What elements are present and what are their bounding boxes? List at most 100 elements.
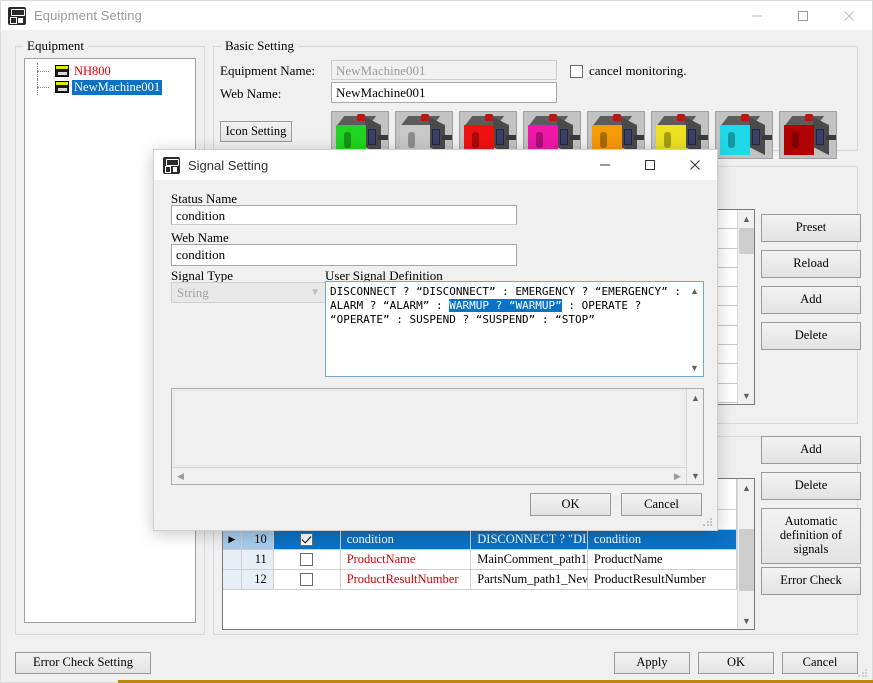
web-name-label: Web Name: xyxy=(220,86,282,101)
dialog-title: Signal Setting xyxy=(188,157,269,173)
row-signal-name: ProductName xyxy=(341,550,472,569)
scroll-up-icon[interactable]: ▲ xyxy=(738,479,754,496)
row-number: 10 xyxy=(241,530,274,549)
checkbox-icon xyxy=(300,573,314,586)
scroll-up-icon[interactable]: ▲ xyxy=(686,282,703,299)
status-name-input[interactable]: condition xyxy=(171,205,517,225)
cancel-monitoring-label: cancel monitoring. xyxy=(589,63,687,78)
machine-icon xyxy=(55,81,69,93)
dialog-web-name-input[interactable]: condition xyxy=(171,244,517,266)
signal-type-select[interactable]: String ▼ xyxy=(171,282,326,303)
table-row[interactable]: 12 ProductResultNumber PartsNum_path1_Ne… xyxy=(223,570,738,590)
checkbox-icon xyxy=(570,64,583,78)
basic-setting-group-label: Basic Setting xyxy=(221,39,298,53)
row-marker xyxy=(223,550,242,569)
row-number: 12 xyxy=(241,570,274,589)
row-web-name: ProductName xyxy=(588,550,738,569)
dialog-app-icon xyxy=(163,156,180,174)
signal-delete-button[interactable]: Delete xyxy=(761,322,861,350)
signal-setting-dialog: Signal Setting Status Name condition Web… xyxy=(153,149,718,531)
machine-color-swatch-cyan[interactable] xyxy=(715,111,773,159)
row-expression: PartsNum_path1_New xyxy=(471,570,588,589)
bottom-button-bar: Apply OK Cancel xyxy=(614,652,858,674)
dialog-ok-button[interactable]: OK xyxy=(530,493,611,516)
icon-setting-button[interactable]: Icon Setting xyxy=(220,121,292,142)
maximize-icon[interactable] xyxy=(780,1,826,30)
tree-connector-icon xyxy=(37,79,55,95)
main-titlebar: Equipment Setting xyxy=(1,1,872,30)
signal-add-button[interactable]: Add xyxy=(761,286,861,314)
scrollbar-thumb[interactable] xyxy=(739,529,754,591)
cancel-button[interactable]: Cancel xyxy=(782,652,858,674)
equipment-group-label: Equipment xyxy=(23,39,89,53)
error-check-button[interactable]: Error Check xyxy=(761,567,861,595)
row-expression: DISCONNECT ? "DIS... xyxy=(471,530,588,549)
row-marker: ▶ xyxy=(223,530,242,549)
close-icon[interactable] xyxy=(826,1,872,30)
table-row[interactable]: 11 ProductName MainComment_path1_... Pro… xyxy=(223,550,738,570)
minimize-icon[interactable] xyxy=(734,1,780,30)
usd-selected: WARMUP ? “WARMUP” xyxy=(449,299,562,312)
output-hscrollbar[interactable]: ◀ ▶ xyxy=(172,467,686,484)
usd-scrollbar[interactable]: ▲ ▼ xyxy=(686,282,703,376)
machine-icon xyxy=(55,65,69,77)
error-check-setting-button[interactable]: Error Check Setting xyxy=(15,652,151,674)
tree-item-label: NewMachine001 xyxy=(72,79,163,95)
resize-grip[interactable] xyxy=(857,667,869,679)
scrollbar-thumb[interactable] xyxy=(739,228,754,254)
user-signal-definition-textarea[interactable]: DISCONNECT ? “DISCONNECT” : EMERGENCY ? … xyxy=(325,281,704,377)
output-vscrollbar[interactable]: ▲ ▼ xyxy=(686,389,703,484)
dialog-maximize-icon[interactable] xyxy=(627,150,672,180)
table-row[interactable]: ▶ 10 condition DISCONNECT ? "DIS... cond… xyxy=(223,530,738,550)
signal-list-scrollbar[interactable]: ▲ ▼ xyxy=(737,210,754,404)
app-icon xyxy=(8,6,26,25)
cancel-monitoring-checkbox[interactable]: cancel monitoring. xyxy=(570,63,686,79)
preset-button[interactable]: Preset xyxy=(761,214,861,242)
row-web-name: condition xyxy=(588,530,738,549)
output-textarea[interactable]: ▲ ▼ ◀ ▶ xyxy=(171,388,704,485)
row-web-name: ProductResultNumber xyxy=(588,570,738,589)
tree-item-nh800[interactable]: NH800 xyxy=(25,63,195,79)
dialog-resize-grip[interactable] xyxy=(702,516,714,528)
window-controls xyxy=(734,1,872,30)
scroll-down-icon[interactable]: ▼ xyxy=(687,467,704,484)
scroll-down-icon[interactable]: ▼ xyxy=(686,359,703,376)
checkbox-icon xyxy=(300,533,314,546)
output-textarea-value xyxy=(173,390,685,466)
row-expression: MainComment_path1_... xyxy=(471,550,588,569)
scroll-left-icon[interactable]: ◀ xyxy=(172,468,189,484)
scroll-up-icon[interactable]: ▲ xyxy=(687,389,704,406)
tree-connector-icon xyxy=(37,63,55,79)
row-signal-name: ProductResultNumber xyxy=(341,570,472,589)
machine-color-swatch-darkred[interactable] xyxy=(779,111,837,159)
row-checkbox[interactable] xyxy=(274,550,341,569)
dialog-window-controls xyxy=(582,150,717,179)
user-signal-definition-text: DISCONNECT ? “DISCONNECT” : EMERGENCY ? … xyxy=(330,285,685,327)
equipment-name-label: Equipment Name: xyxy=(220,63,315,78)
dialog-close-icon[interactable] xyxy=(672,150,717,180)
automatic-definition-button[interactable]: Automatic definition of signals xyxy=(761,508,861,564)
apply-button[interactable]: Apply xyxy=(614,652,690,674)
checkbox-icon xyxy=(300,553,314,566)
window-title: Equipment Setting xyxy=(34,8,142,23)
row-signal-name: condition xyxy=(341,530,472,549)
signal-type-value: String xyxy=(177,284,209,300)
ok-button[interactable]: OK xyxy=(698,652,774,674)
web-name-input[interactable]: NewMachine001 xyxy=(331,82,557,103)
grid-scrollbar[interactable]: ▲ ▼ xyxy=(737,479,754,629)
scroll-right-icon[interactable]: ▶ xyxy=(669,468,686,484)
definition-add-button[interactable]: Add xyxy=(761,436,861,464)
scroll-up-icon[interactable]: ▲ xyxy=(738,210,754,227)
dialog-titlebar: Signal Setting xyxy=(154,150,717,180)
definition-delete-button[interactable]: Delete xyxy=(761,472,861,500)
tree-item-newmachine001[interactable]: NewMachine001 xyxy=(25,79,195,95)
dialog-cancel-button[interactable]: Cancel xyxy=(621,493,702,516)
row-checkbox[interactable] xyxy=(274,570,341,589)
scroll-down-icon[interactable]: ▼ xyxy=(738,612,754,629)
row-checkbox[interactable] xyxy=(274,530,341,549)
row-marker xyxy=(223,570,242,589)
reload-button[interactable]: Reload xyxy=(761,250,861,278)
scroll-down-icon[interactable]: ▼ xyxy=(738,387,754,404)
dialog-minimize-icon[interactable] xyxy=(582,150,627,180)
equipment-name-input[interactable]: NewMachine001 xyxy=(331,60,557,80)
